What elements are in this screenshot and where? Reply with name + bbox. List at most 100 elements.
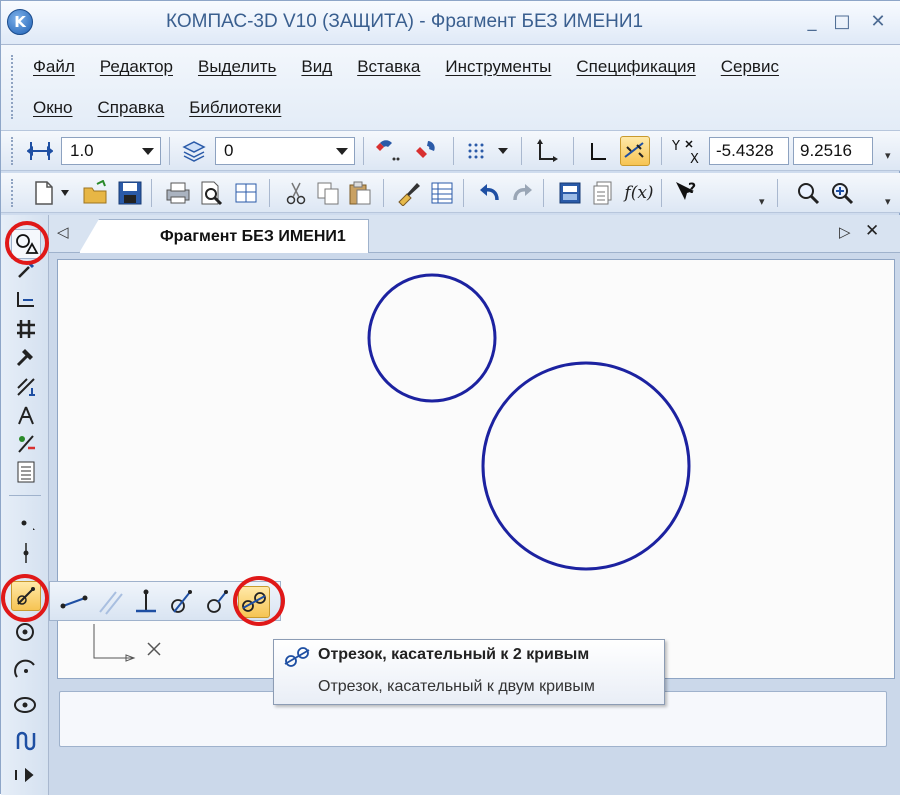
menu-libraries[interactable]: Библиотеки [189,98,281,118]
ellipse-panel-icon[interactable] [11,691,41,719]
undo-icon[interactable] [475,178,505,208]
toolbar-overflow-icon[interactable]: ▾ [885,150,895,161]
toolbar-grip[interactable] [11,137,14,165]
variables-icon[interactable] [589,178,619,208]
tab-scroll-right-icon[interactable]: ▷ [839,223,851,241]
auxiliary-line-icon[interactable] [11,541,41,565]
round-off-icon[interactable] [620,136,650,166]
cursor-icon [93,624,161,662]
new-document-icon[interactable] [29,178,59,208]
menu-editor[interactable]: Редактор [100,57,173,77]
snap-magnet-icon[interactable] [373,136,403,166]
menu-window[interactable]: Окно [33,98,73,118]
tangent-two-curves-icon [282,644,312,670]
tangent-segment-alt-icon[interactable] [202,586,234,618]
tab-label: Фрагмент БЕЗ ИМЕНИ1 [160,228,346,245]
print-preview-icon[interactable] [197,178,227,208]
divider [169,137,170,165]
arc-panel-icon[interactable] [11,655,41,683]
tangent-segment-icon[interactable] [166,586,198,618]
menu-service[interactable]: Сервис [721,57,779,77]
segment-icon[interactable] [58,586,90,618]
local-cs-icon[interactable] [531,136,561,166]
coord-y-field[interactable]: 9.2516 [793,137,873,165]
chevron-down-icon[interactable] [142,148,154,155]
menu-file[interactable]: Файл [33,57,75,77]
divider [573,137,574,165]
divider [661,179,662,207]
paste-icon[interactable] [345,178,375,208]
large-circle[interactable] [481,361,691,571]
menu-insert[interactable]: Вставка [357,57,420,77]
layer-combo[interactable]: 0 [215,137,355,165]
print-icon[interactable] [163,178,193,208]
specification-icon[interactable] [427,178,457,208]
menu-select[interactable]: Выделить [198,57,276,77]
zoom-window-icon[interactable] [793,178,823,208]
panel-scroll-icon[interactable] [11,763,35,787]
edit-panel-icon[interactable] [11,259,41,283]
point-icon[interactable] [11,511,41,535]
chevron-down-icon[interactable] [336,148,348,155]
tab-scroll-left-icon[interactable]: ◁ [57,223,69,241]
menu-specification[interactable]: Спецификация [576,57,695,77]
cut-icon[interactable] [281,178,311,208]
tangent-two-curves-icon[interactable] [238,586,270,618]
geometry-panel-icon[interactable] [11,229,41,259]
tab-fragment[interactable]: Фрагмент БЕЗ ИМЕНИ1 [79,219,369,253]
coord-xy-icon: YX [669,136,705,166]
toolbar-overflow-icon[interactable]: ▾ [885,196,895,207]
maximize-button[interactable]: □ [831,11,853,33]
ortho-mode-icon[interactable] [585,136,615,166]
toolbar-grip[interactable] [11,179,14,207]
step-combo[interactable]: 1.0 [61,137,161,165]
new-dropdown-icon[interactable] [57,178,73,208]
parallel-segment-icon[interactable] [94,586,126,618]
select-panel-icon[interactable] [11,431,41,455]
divider [383,179,384,207]
symbols-panel-icon[interactable] [11,317,41,341]
toolbar-overflow-icon[interactable]: ▾ [759,196,769,207]
menu-tools[interactable]: Инструменты [445,57,551,77]
manager-document-icon[interactable] [555,178,585,208]
menu-help[interactable]: Справка [98,98,165,118]
menu-view[interactable]: Вид [301,57,332,77]
reports-panel-icon[interactable] [11,459,41,485]
document-area: ◁ Фрагмент БЕЗ ИМЕНИ1 ▷ ✕ [49,215,900,795]
perpendicular-segment-icon[interactable] [130,586,162,618]
function-icon[interactable]: f(x) [621,178,657,208]
step-icon[interactable] [25,136,55,166]
open-folder-icon[interactable] [81,178,111,208]
close-button[interactable]: ✕ [867,11,889,33]
layers-icon[interactable] [179,136,209,166]
copy-icon[interactable] [313,178,343,208]
circle-panel-icon[interactable] [11,619,41,647]
constraints-panel-icon[interactable] [11,375,41,399]
spline-panel-icon[interactable] [11,727,41,755]
grid-dropdown-icon[interactable] [495,136,511,166]
save-icon[interactable] [115,178,145,208]
measure-panel-icon[interactable] [11,403,41,427]
grid-icon[interactable] [463,136,493,166]
dimensions-panel-icon[interactable] [11,287,41,311]
divider [151,179,152,207]
tab-close-icon[interactable]: ✕ [865,221,879,241]
print-layout-icon[interactable] [231,178,261,208]
divider [363,137,364,165]
minimize-button[interactable]: _ [801,11,823,33]
compact-panel [1,215,49,795]
help-pointer-icon[interactable]: ? [671,178,701,208]
app-window: K КОМПАС-3D V10 (ЗАЩИТА) - Фрагмент БЕЗ … [0,0,900,795]
tab-strip: ◁ Фрагмент БЕЗ ИМЕНИ1 ▷ ✕ [49,215,900,253]
coord-x-field[interactable]: -5.4328 [709,137,789,165]
small-circle[interactable] [367,273,497,403]
parametrization-panel-icon[interactable] [11,345,41,369]
menu-grip[interactable] [11,55,14,119]
properties-brush-icon[interactable] [393,178,423,208]
kompas-logo-icon[interactable]: K [7,9,33,35]
redo-icon[interactable] [507,178,537,208]
global-snap-icon[interactable] [409,136,439,166]
layer-value: 0 [224,141,234,160]
segment-panel-icon[interactable] [11,581,41,611]
zoom-in-icon[interactable] [827,178,857,208]
